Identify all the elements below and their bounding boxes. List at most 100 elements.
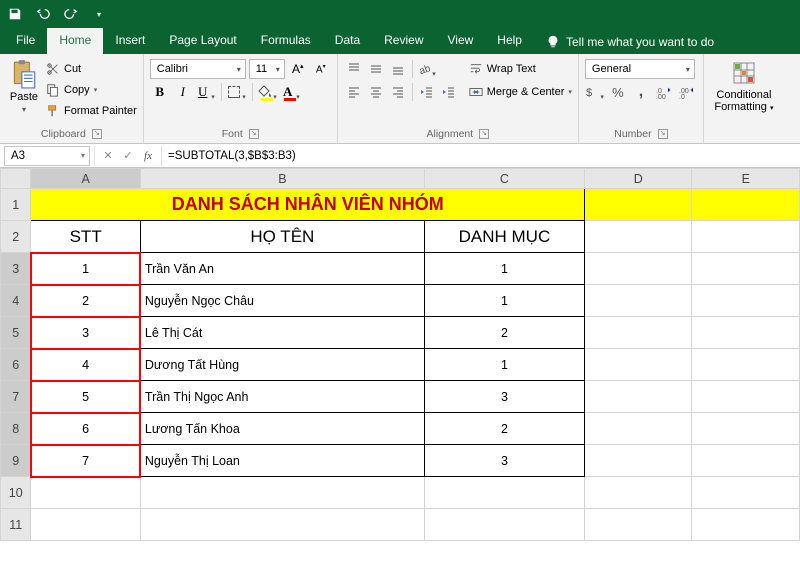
cell[interactable] — [585, 445, 692, 477]
cell[interactable] — [692, 285, 800, 317]
wrap-text-button[interactable]: Wrap Text — [469, 59, 572, 79]
cell-header-name[interactable]: HỌ TÊN — [140, 221, 424, 253]
increase-font-size-button[interactable]: A▴ — [288, 59, 308, 79]
cell-header-cat[interactable]: DANH MỤC — [424, 221, 584, 253]
tab-review[interactable]: Review — [372, 28, 435, 54]
cell-B9[interactable]: Nguyễn Thị Loan — [140, 445, 424, 477]
cell-A3[interactable]: 1 — [31, 253, 141, 285]
row-header-10[interactable]: 10 — [1, 477, 31, 509]
cell[interactable] — [585, 221, 692, 253]
cell-A9[interactable]: 7 — [31, 445, 141, 477]
paste-button[interactable]: Paste ▾ — [6, 57, 42, 114]
cut-button[interactable]: Cut — [46, 59, 137, 78]
row-header-3[interactable]: 3 — [1, 253, 31, 285]
cell[interactable] — [585, 189, 692, 221]
comma-button[interactable]: , — [631, 82, 651, 102]
percent-button[interactable]: % — [608, 82, 628, 102]
row-header-1[interactable]: 1 — [1, 189, 31, 221]
bold-button[interactable]: B — [150, 82, 170, 102]
cell-title[interactable]: DANH SÁCH NHÂN VIÊN NHÓM — [31, 189, 585, 221]
row-header-5[interactable]: 5 — [1, 317, 31, 349]
conditional-formatting-button[interactable]: ConditionalFormatting ▾ — [710, 57, 778, 113]
row-header-2[interactable]: 2 — [1, 221, 31, 253]
tab-data[interactable]: Data — [323, 28, 372, 54]
cell-C3[interactable]: 1 — [424, 253, 584, 285]
cell-B7[interactable]: Trần Thị Ngọc Anh — [140, 381, 424, 413]
tell-me-search[interactable]: Tell me what you want to do — [534, 30, 726, 54]
cell-A6[interactable]: 4 — [31, 349, 141, 381]
save-icon[interactable] — [6, 5, 24, 23]
qat-customize-icon[interactable]: ▾ — [90, 5, 108, 23]
font-size-combo[interactable]: 11▾ — [249, 59, 285, 79]
accounting-format-button[interactable]: $ — [585, 82, 605, 102]
cell[interactable] — [140, 509, 424, 541]
cell[interactable] — [424, 509, 584, 541]
row-header-4[interactable]: 4 — [1, 285, 31, 317]
cell-A8[interactable]: 6 — [31, 413, 141, 445]
select-all-corner[interactable] — [1, 169, 31, 189]
cell[interactable] — [692, 349, 800, 381]
align-top-button[interactable] — [344, 59, 364, 79]
row-header-7[interactable]: 7 — [1, 381, 31, 413]
column-header-D[interactable]: D — [585, 169, 692, 189]
enter-formula-button[interactable]: ✓ — [121, 149, 135, 162]
align-center-button[interactable] — [366, 82, 386, 102]
cell[interactable] — [585, 317, 692, 349]
copy-button[interactable]: Copy ▾ — [46, 80, 137, 99]
cell[interactable] — [692, 253, 800, 285]
cell[interactable] — [585, 285, 692, 317]
row-header-11[interactable]: 11 — [1, 509, 31, 541]
cell-C4[interactable]: 1 — [424, 285, 584, 317]
cell-B6[interactable]: Dương Tất Hùng — [140, 349, 424, 381]
cancel-formula-button[interactable]: ✕ — [101, 149, 115, 162]
cell[interactable] — [692, 477, 800, 509]
decrease-decimal-button[interactable]: .00.0 — [677, 82, 697, 102]
cell[interactable] — [692, 189, 800, 221]
cell[interactable] — [31, 509, 141, 541]
tab-formulas[interactable]: Formulas — [249, 28, 323, 54]
align-left-button[interactable] — [344, 82, 364, 102]
tab-view[interactable]: View — [436, 28, 486, 54]
row-header-9[interactable]: 9 — [1, 445, 31, 477]
italic-button[interactable]: I — [173, 82, 193, 102]
number-format-combo[interactable]: General▾ — [585, 59, 695, 79]
dialog-launcher-icon[interactable] — [658, 129, 668, 139]
fill-color-button[interactable] — [258, 82, 278, 102]
cell-A5[interactable]: 3 — [31, 317, 141, 349]
align-right-button[interactable] — [388, 82, 408, 102]
tab-help[interactable]: Help — [485, 28, 534, 54]
cell-A4[interactable]: 2 — [31, 285, 141, 317]
cell-C8[interactable]: 2 — [424, 413, 584, 445]
border-button[interactable] — [227, 82, 247, 102]
cell[interactable] — [140, 477, 424, 509]
format-painter-button[interactable]: Format Painter — [46, 101, 137, 120]
dialog-launcher-icon[interactable] — [92, 129, 102, 139]
merge-center-button[interactable]: Merge & Center ▾ — [469, 82, 572, 102]
cell[interactable] — [692, 445, 800, 477]
column-header-A[interactable]: A — [31, 169, 141, 189]
align-bottom-button[interactable] — [388, 59, 408, 79]
cell-C5[interactable]: 2 — [424, 317, 584, 349]
tab-pagelayout[interactable]: Page Layout — [157, 28, 248, 54]
cell[interactable] — [692, 413, 800, 445]
increase-indent-button[interactable] — [439, 82, 459, 102]
cell[interactable] — [31, 477, 141, 509]
font-name-combo[interactable]: Calibri▾ — [150, 59, 246, 79]
column-header-C[interactable]: C — [424, 169, 584, 189]
cell[interactable] — [585, 509, 692, 541]
redo-icon[interactable] — [62, 5, 80, 23]
cell[interactable] — [424, 477, 584, 509]
column-header-E[interactable]: E — [692, 169, 800, 189]
tab-file[interactable]: File — [4, 28, 47, 54]
cell[interactable] — [692, 381, 800, 413]
cell-C7[interactable]: 3 — [424, 381, 584, 413]
column-header-B[interactable]: B — [140, 169, 424, 189]
cell-B8[interactable]: Lương Tấn Khoa — [140, 413, 424, 445]
font-color-button[interactable]: A — [281, 82, 301, 102]
align-middle-button[interactable] — [366, 59, 386, 79]
cell[interactable] — [585, 413, 692, 445]
formula-input[interactable]: =SUBTOTAL(3,$B$3:B3) — [161, 146, 800, 166]
dialog-launcher-icon[interactable] — [479, 129, 489, 139]
undo-icon[interactable] — [34, 5, 52, 23]
row-header-6[interactable]: 6 — [1, 349, 31, 381]
